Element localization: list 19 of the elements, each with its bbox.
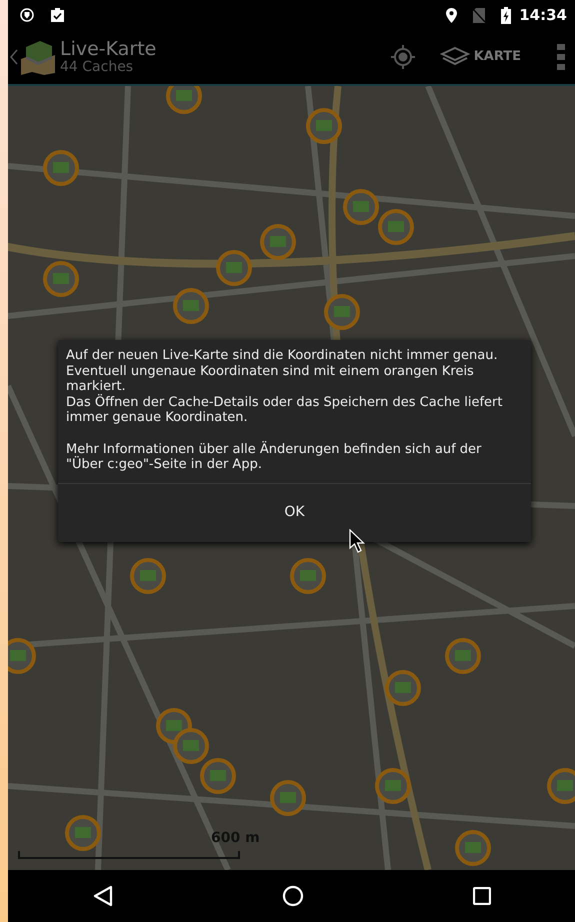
status-time: 14:34 bbox=[519, 4, 567, 26]
layers-icon bbox=[440, 46, 470, 68]
shield-icon bbox=[20, 8, 34, 22]
cache-count: 44 Caches bbox=[60, 60, 134, 76]
dialog-message: Auf der neuen Live-Karte sind die Koordinaten nicht immer genau. Eventuell ungenaue Koordinaten sind mit einem orangen Kreis markiert. Das Öffnen der Cache-Details oder das Speichern des Cache liefert immer genaue Koordinaten. Mehr Informationen über alle Änderungen befinden sich auf der "Über c:geo"-Seite in der App. bbox=[65, 347, 504, 474]
location-pin-icon bbox=[446, 8, 458, 22]
map-source-button[interactable]: KARTE bbox=[434, 42, 527, 72]
no-sim-icon bbox=[473, 8, 486, 22]
recent-apps-icon[interactable] bbox=[472, 887, 490, 905]
battery-charging-icon bbox=[501, 6, 512, 24]
crosshair-icon[interactable] bbox=[390, 44, 416, 70]
home-icon[interactable] bbox=[282, 885, 304, 907]
overflow-menu-icon[interactable] bbox=[557, 44, 565, 70]
map-logo-icon bbox=[20, 39, 56, 75]
mouse-cursor-icon bbox=[349, 528, 365, 553]
screen-title: Live-Karte bbox=[60, 38, 156, 60]
back-icon[interactable] bbox=[92, 885, 112, 907]
back-chevron-icon[interactable] bbox=[10, 49, 18, 65]
clipboard-check-icon bbox=[50, 8, 65, 22]
